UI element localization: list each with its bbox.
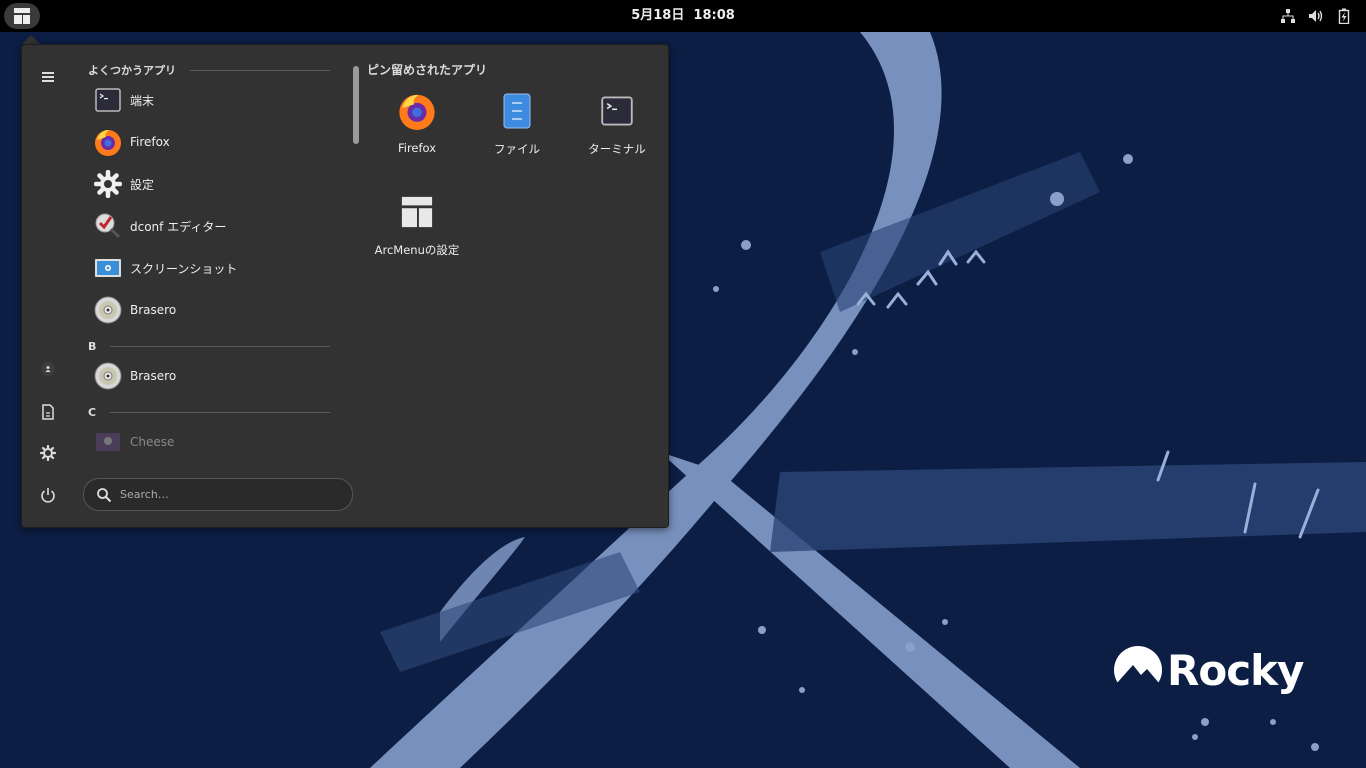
section-header-frequent: よくつかうアプリ [80, 61, 332, 79]
rocky-mark-icon [1114, 646, 1162, 695]
document-icon [42, 404, 54, 420]
app-list[interactable]: よくつかうアプリ 端末 Firefox 設定 dconf エディター スクリーン… [80, 61, 332, 461]
gear-icon [40, 445, 56, 461]
terminal-icon [597, 91, 637, 131]
system-tray[interactable] [1280, 0, 1352, 32]
arcmenu-sidebar [22, 45, 74, 527]
top-panel: 5月18日 18:08 [0, 0, 1366, 32]
list-item-settings[interactable]: 設定 [80, 163, 332, 205]
screenshot-icon [94, 254, 122, 282]
firefox-icon [397, 91, 437, 131]
cheese-webcam-icon [94, 428, 122, 456]
pinned-firefox[interactable]: Firefox [369, 77, 465, 167]
search-input[interactable] [120, 488, 340, 501]
documents-button[interactable] [34, 398, 62, 426]
list-item-terminal[interactable]: 端末 [80, 79, 332, 121]
arcmenu-layout-icon [14, 8, 30, 24]
disc-icon [94, 296, 122, 324]
section-header-c: C [80, 403, 332, 421]
volume-icon[interactable] [1308, 8, 1324, 24]
battery-charging-icon[interactable] [1336, 8, 1352, 24]
list-item-brasero-b[interactable]: Brasero [80, 355, 332, 397]
network-wired-icon[interactable] [1280, 8, 1296, 24]
hamburger-icon [42, 72, 54, 82]
settings-gear-icon [94, 170, 122, 198]
hamburger-menu-button[interactable] [34, 63, 62, 91]
pinned-arcmenu-settings[interactable]: ArcMenuの設定 [369, 178, 465, 268]
app-label: Brasero [130, 303, 177, 317]
arcmenu-popup: よくつかうアプリ 端末 Firefox 設定 dconf エディター スクリーン… [21, 44, 669, 528]
pinned-label: ターミナル [588, 142, 646, 156]
rocky-logo: Rocky [1113, 645, 1304, 695]
user-icon [41, 362, 55, 376]
user-button[interactable] [34, 355, 62, 383]
firefox-icon [94, 128, 122, 156]
list-item-dconf-editor[interactable]: dconf エディター [80, 205, 332, 247]
pinned-apps-panel: ピン留めされたアプリ Firefox ファイル ターミナル ArcMenuの設定 [362, 61, 662, 257]
clock: 5月18日 18:08 [0, 0, 1366, 32]
arcmenu-settings-icon [397, 192, 437, 232]
list-item-firefox[interactable]: Firefox [80, 121, 332, 163]
app-label: 端末 [130, 93, 155, 108]
disc-icon [94, 362, 122, 390]
pinned-label: ファイル [494, 142, 540, 156]
list-item-screenshot[interactable]: スクリーンショット [80, 247, 332, 289]
app-label: 設定 [130, 177, 155, 192]
app-label: Cheese [130, 435, 175, 449]
section-header-b: B [80, 337, 332, 355]
dconf-editor-icon [94, 212, 122, 240]
app-label: dconf エディター [130, 219, 227, 234]
clock-date[interactable]: 5月18日 [631, 8, 684, 23]
files-icon [497, 91, 537, 131]
arcmenu-pointer [22, 35, 40, 44]
search-icon [97, 487, 112, 502]
pinned-label: Firefox [397, 141, 437, 155]
pinned-label: ArcMenuの設定 [374, 243, 460, 257]
pinned-files[interactable]: ファイル [469, 77, 565, 167]
pinned-terminal[interactable]: ターミナル [569, 77, 665, 167]
app-list-scrollbar[interactable] [353, 66, 359, 144]
terminal-icon [94, 86, 122, 114]
search-box[interactable] [83, 478, 353, 511]
app-label: Firefox [130, 135, 170, 149]
clock-time[interactable]: 18:08 [693, 8, 734, 23]
power-button[interactable] [34, 481, 62, 509]
list-item-cheese[interactable]: Cheese [80, 421, 332, 461]
power-icon [41, 488, 55, 503]
settings-button[interactable] [34, 439, 62, 467]
app-label: Brasero [130, 369, 177, 383]
rocky-wordmark: Rocky [1167, 645, 1304, 695]
arcmenu-button[interactable] [4, 3, 40, 29]
list-item-brasero[interactable]: Brasero [80, 289, 332, 331]
app-label: スクリーンショット [130, 261, 238, 276]
